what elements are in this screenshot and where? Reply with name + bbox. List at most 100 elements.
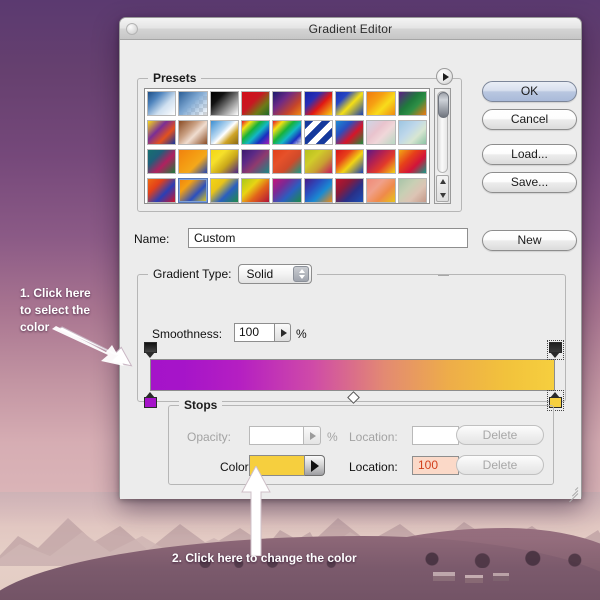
- preset-swatch[interactable]: [147, 91, 176, 116]
- preset-swatch[interactable]: [272, 178, 301, 203]
- triangle-right-icon: [281, 329, 287, 337]
- smoothness-label: Smoothness:: [152, 327, 222, 341]
- presets-menu-triangle-icon: [443, 73, 449, 81]
- color-stop-left[interactable]: [144, 392, 157, 409]
- preset-swatch[interactable]: [366, 120, 395, 145]
- preset-swatch[interactable]: [304, 178, 333, 203]
- preset-swatch[interactable]: [304, 149, 333, 174]
- smoothness-input[interactable]: 100: [234, 323, 274, 342]
- preset-swatch[interactable]: [335, 120, 364, 145]
- opacity-stop-right-pointer: [550, 352, 560, 358]
- annotation-two: 2. Click here to change the color: [172, 550, 357, 567]
- preset-swatch[interactable]: [241, 149, 270, 174]
- preset-swatch[interactable]: [178, 149, 207, 174]
- arrow-up-icon: [299, 269, 305, 273]
- annotation-one-line-2: to select the: [20, 302, 120, 319]
- preset-swatch[interactable]: [241, 178, 270, 203]
- preset-swatch[interactable]: [335, 149, 364, 174]
- preset-swatch[interactable]: [147, 178, 176, 203]
- cancel-button[interactable]: Cancel: [482, 109, 577, 130]
- triangle-right-icon: [311, 460, 319, 472]
- preset-swatch[interactable]: [335, 91, 364, 116]
- preset-swatch[interactable]: [398, 91, 427, 116]
- gradient-type-value: Solid: [247, 267, 274, 281]
- preset-swatch[interactable]: [210, 91, 239, 116]
- new-button[interactable]: New: [482, 230, 577, 251]
- gradient-type-select[interactable]: Solid: [238, 264, 312, 284]
- load-button[interactable]: Load...: [482, 144, 577, 165]
- save-button[interactable]: Save...: [482, 172, 577, 193]
- dialog-titlebar[interactable]: Gradient Editor: [120, 18, 581, 40]
- color-location-input[interactable]: 100: [412, 456, 459, 475]
- preset-swatch[interactable]: [272, 91, 301, 116]
- gradient-type-legend: Gradient Type: Solid: [148, 264, 317, 284]
- scroll-up-arrow-icon[interactable]: [440, 179, 446, 184]
- preset-swatch[interactable]: [147, 120, 176, 145]
- name-input[interactable]: Custom: [188, 228, 468, 248]
- opacity-label: Opacity:: [187, 430, 231, 444]
- resize-grip[interactable]: [564, 482, 578, 496]
- color-stop-row: Color: Location: 100 % Delete: [169, 456, 553, 478]
- annotation-two-arrow-icon: [236, 466, 276, 556]
- annotation-one-arrow-icon: [52, 325, 138, 370]
- preset-swatch[interactable]: [178, 120, 207, 145]
- scrollbar-track[interactable]: [437, 91, 448, 173]
- dialog-title: Gradient Editor: [120, 18, 581, 39]
- preset-swatch[interactable]: [241, 120, 270, 145]
- preset-swatch[interactable]: [304, 120, 333, 145]
- preset-swatch[interactable]: [272, 120, 301, 145]
- preset-swatch[interactable]: [241, 91, 270, 116]
- scrollbar-arrow-buttons[interactable]: [436, 175, 449, 202]
- presets-group: Presets: [137, 78, 462, 212]
- smoothness-unit: %: [296, 327, 307, 341]
- opacity-delete-button[interactable]: Delete: [456, 425, 544, 445]
- stops-legend: Stops: [179, 398, 222, 412]
- opacity-stepper[interactable]: [304, 426, 321, 445]
- preset-swatch[interactable]: [366, 91, 395, 116]
- midpoint-diamond-icon[interactable]: [347, 391, 360, 404]
- color-delete-button[interactable]: Delete: [456, 455, 544, 475]
- preset-swatch[interactable]: [398, 149, 427, 174]
- village-buildings: [425, 572, 545, 588]
- triangle-right-icon: [310, 432, 316, 440]
- opacity-location-input[interactable]: [412, 426, 459, 445]
- preset-swatch[interactable]: [210, 149, 239, 174]
- opacity-stop-left[interactable]: [144, 342, 157, 358]
- preset-swatch[interactable]: [272, 149, 301, 174]
- scroll-down-arrow-icon[interactable]: [440, 193, 446, 198]
- preset-swatch[interactable]: [210, 178, 239, 203]
- color-location-label: Location:: [349, 460, 398, 474]
- scrollbar-thumb[interactable]: [438, 92, 449, 118]
- preset-swatch[interactable]: [210, 120, 239, 145]
- preset-swatch[interactable]: [178, 178, 207, 203]
- color-stop-left-swatch: [144, 397, 157, 408]
- opacity-unit: %: [327, 430, 338, 444]
- ok-button[interactable]: OK: [482, 81, 577, 102]
- preset-swatch[interactable]: [304, 91, 333, 116]
- color-dropdown-button[interactable]: [305, 455, 325, 476]
- arrow-down-icon: [299, 275, 305, 279]
- stepper-arrows-icon[interactable]: [293, 266, 309, 282]
- desktop-wallpaper-photo: [0, 492, 600, 600]
- opacity-location-label: Location:: [349, 430, 398, 444]
- preset-swatch[interactable]: [147, 149, 176, 174]
- preset-swatch[interactable]: [366, 178, 395, 203]
- opacity-stop-right[interactable]: [549, 342, 562, 358]
- preset-swatch[interactable]: [178, 91, 207, 116]
- name-label: Name:: [134, 232, 169, 246]
- presets-scrollbar[interactable]: [434, 88, 451, 204]
- presets-swatch-list[interactable]: [144, 88, 430, 204]
- opacity-input[interactable]: [249, 426, 304, 445]
- presets-swatch-grid: [145, 89, 429, 204]
- opacity-stop-row: Opacity: % Location: % Delete: [169, 426, 553, 448]
- presets-legend: Presets: [148, 71, 201, 85]
- preset-swatch[interactable]: [366, 149, 395, 174]
- preset-swatch[interactable]: [398, 120, 427, 145]
- gradient-type-label: Gradient Type:: [153, 267, 232, 281]
- presets-menu-button[interactable]: [436, 68, 453, 85]
- gradient-editor-dialog: Gradient Editor Presets OK: [119, 17, 582, 499]
- preset-swatch[interactable]: [335, 178, 364, 203]
- gradient-preview-bar[interactable]: [150, 359, 555, 391]
- smoothness-stepper[interactable]: [274, 323, 291, 342]
- preset-swatch[interactable]: [398, 178, 427, 203]
